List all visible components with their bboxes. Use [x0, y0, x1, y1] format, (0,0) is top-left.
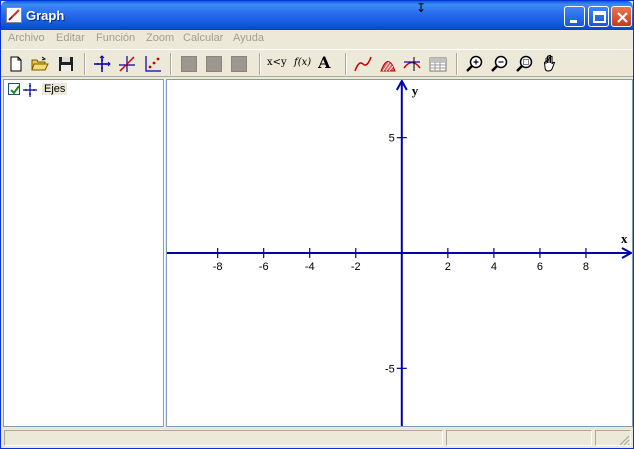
- menu-zoom[interactable]: Zoom: [146, 32, 174, 44]
- toolbar-separator: [84, 53, 86, 75]
- disabled-square-icon: [231, 56, 247, 72]
- graph-app-icon[interactable]: [6, 7, 22, 23]
- maximize-button[interactable]: [588, 6, 609, 27]
- menu-calcular[interactable]: Calcular: [183, 32, 223, 44]
- hand-pan-icon[interactable]: [541, 54, 561, 74]
- minimize-button[interactable]: [564, 6, 585, 27]
- disabled-square-icon: [206, 56, 222, 72]
- tangent-icon[interactable]: [402, 54, 422, 74]
- title-bar[interactable]: Graph ↧: [1, 1, 633, 30]
- toolbar-separator: [345, 53, 347, 75]
- status-bar: [1, 428, 633, 448]
- tree-item-label: Ejes: [42, 83, 68, 95]
- insert-label-icon[interactable]: A: [318, 53, 330, 72]
- x-tick-label: 6: [537, 261, 543, 273]
- toolbar-separator: [259, 53, 261, 75]
- graph-canvas[interactable]: -8 -6 -4 -2 2 4 6 8 5 -5 x y: [166, 79, 633, 427]
- trendline-icon[interactable]: [353, 54, 373, 74]
- axes-icon[interactable]: [92, 54, 112, 74]
- coordinate-plane: -8 -6 -4 -2 2 4 6 8 5 -5 x y: [167, 80, 632, 426]
- element-tree-panel: Ejes: [3, 79, 164, 427]
- menu-funcion[interactable]: Función: [96, 32, 135, 44]
- y-tick-label: 5: [389, 133, 395, 145]
- disabled-square-icon: [181, 56, 197, 72]
- x-tick-label: -8: [213, 261, 223, 273]
- zoom-out-icon[interactable]: [490, 54, 510, 74]
- y-axis-label: y: [412, 83, 419, 98]
- window-title: Graph: [26, 8, 65, 23]
- open-folder-icon[interactable]: [30, 54, 50, 74]
- resize-grip-icon[interactable]: [618, 434, 630, 446]
- x-tick-label: 2: [445, 261, 451, 273]
- zoom-window-icon[interactable]: [515, 54, 535, 74]
- y-tick-label: -5: [385, 363, 395, 375]
- status-pane-main: [4, 430, 443, 446]
- new-file-icon[interactable]: [6, 54, 26, 74]
- zoom-in-icon[interactable]: [465, 54, 485, 74]
- menu-editar[interactable]: Editar: [56, 32, 85, 44]
- toolbar: x<y f(x) A: [1, 49, 633, 77]
- table-icon[interactable]: [428, 54, 448, 74]
- menu-archivo[interactable]: Archivo: [8, 32, 45, 44]
- close-button[interactable]: [611, 6, 632, 27]
- ejes-checkbox[interactable]: [8, 83, 20, 95]
- save-disk-icon[interactable]: [56, 54, 76, 74]
- x-tick-label: -2: [351, 261, 361, 273]
- insert-relation-icon[interactable]: x<y: [267, 57, 287, 68]
- menu-bar: Archivo Editar Función Zoom Calcular Ayu…: [1, 30, 633, 48]
- x-tick-label: -4: [305, 261, 315, 273]
- x-tick-label: 4: [491, 261, 497, 273]
- x-tick-label: 8: [583, 261, 589, 273]
- menu-ayuda[interactable]: Ayuda: [233, 32, 264, 44]
- axes-small-icon: [23, 83, 37, 97]
- x-axis-label: x: [621, 231, 628, 246]
- point-series-icon[interactable]: [142, 54, 162, 74]
- resize-cursor-icon: ↧: [416, 1, 427, 15]
- x-tick-label: -6: [259, 261, 269, 273]
- toolbar-separator: [170, 53, 172, 75]
- toolbar-separator: [456, 53, 458, 75]
- shading-icon[interactable]: [378, 54, 398, 74]
- main-window: Graph ↧ Archivo Editar Función Zoom Calc…: [0, 0, 634, 449]
- insert-function-icon[interactable]: f(x): [294, 57, 311, 68]
- insert-point-icon[interactable]: [117, 54, 137, 74]
- status-pane-coords: [446, 430, 592, 446]
